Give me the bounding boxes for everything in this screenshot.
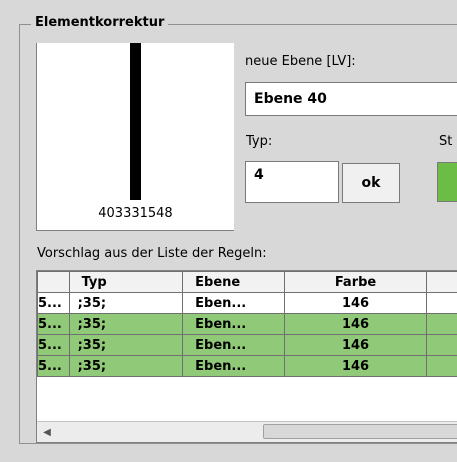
column-header-farbe[interactable]: Farbe [283, 271, 428, 293]
row-cell-ebene: Eben... [182, 313, 285, 335]
scroll-left-arrow-icon[interactable]: ◀ [39, 424, 55, 440]
row-cell-extra [426, 313, 457, 335]
row-cell-typ: ;35; [68, 313, 184, 335]
row-cell-farbe: 146 [283, 292, 428, 314]
color-swatch[interactable] [437, 162, 457, 202]
row-cell-id: 5... [37, 355, 70, 377]
type-label: Typ: [246, 134, 273, 149]
column-header-ebene[interactable]: Ebene [182, 271, 285, 293]
row-cell-farbe: 146 [283, 355, 428, 377]
preview-line [130, 43, 141, 200]
row-cell-typ: ;35; [68, 334, 184, 356]
row-cell-ebene: Eben... [182, 355, 285, 377]
layer-input[interactable]: Ebene 40 [245, 82, 457, 116]
row-cell-farbe: 146 [283, 313, 428, 335]
preview-caption: 403331548 [98, 206, 173, 221]
table-row[interactable]: 5... ;35; Eben... 146 [37, 334, 457, 356]
row-cell-id: 5... [37, 313, 70, 335]
row-cell-typ: ;35; [68, 355, 184, 377]
type-input[interactable]: 4 [245, 161, 339, 203]
group-title: Elementkorrektur [31, 13, 169, 33]
horizontal-scrollbar[interactable]: ◀ [37, 421, 457, 442]
row-cell-farbe: 146 [283, 334, 428, 356]
row-cell-extra [426, 355, 457, 377]
row-cell-typ: ;35; [68, 292, 184, 314]
column-header-row-selector[interactable] [37, 271, 70, 293]
row-cell-ebene: Eben... [182, 292, 285, 314]
suggestions-label: Vorschlag aus der Liste der Regeln: [37, 246, 267, 261]
element-preview: 403331548 [36, 43, 234, 231]
column-header-typ[interactable]: Typ [68, 271, 184, 293]
scroll-thumb[interactable] [263, 424, 457, 439]
table-row[interactable]: 5... ;35; Eben... 146 [37, 313, 457, 335]
layer-label: neue Ebene [LV]: [245, 54, 356, 69]
row-cell-extra [426, 334, 457, 356]
ok-button[interactable]: ok [342, 163, 400, 203]
row-cell-extra [426, 292, 457, 314]
row-cell-id: 5... [37, 334, 70, 356]
row-cell-ebene: Eben... [182, 334, 285, 356]
table-row[interactable]: 5... ;35; Eben... 146 [37, 292, 457, 314]
column-header-extra [426, 271, 457, 293]
header-row: Typ Ebene Farbe [37, 271, 457, 293]
suggestions-grid[interactable]: Typ Ebene Farbe 5... ;35; Eben... 146 5.… [36, 270, 457, 443]
row-cell-id: 5... [37, 292, 70, 314]
suggestions-table: Typ Ebene Farbe 5... ;35; Eben... 146 5.… [37, 271, 457, 377]
table-row[interactable]: 5... ;35; Eben... 146 [37, 355, 457, 377]
style-label: St [439, 134, 453, 149]
